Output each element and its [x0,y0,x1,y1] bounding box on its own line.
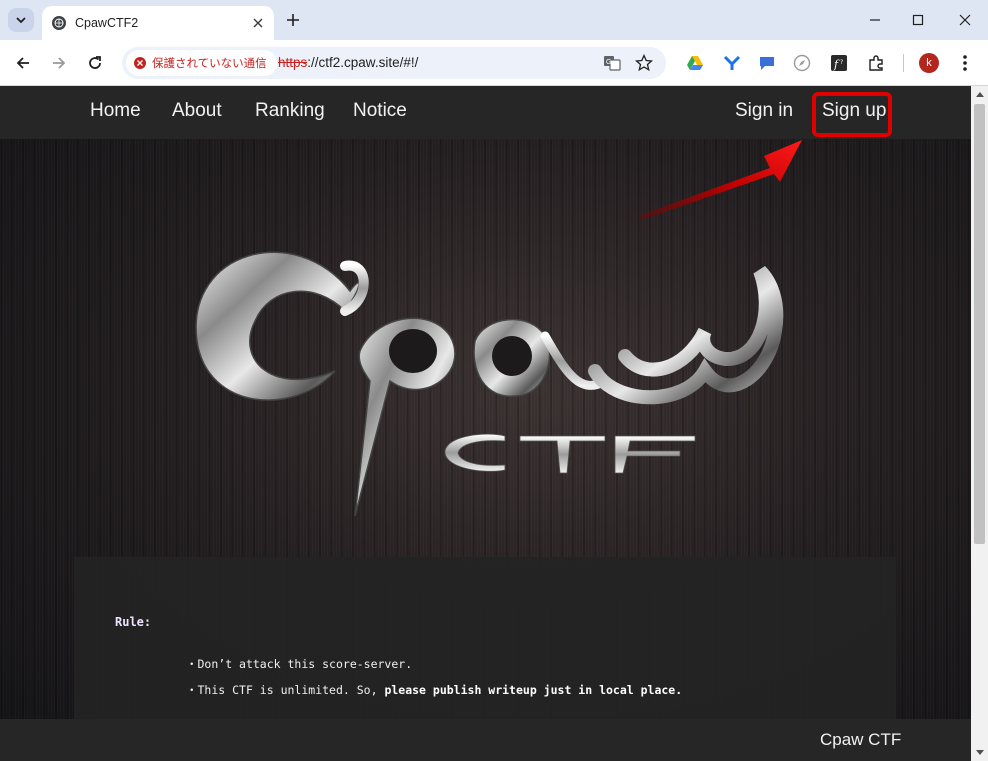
back-button[interactable] [9,49,37,77]
url-path: ://ctf2.cpaw.site/#!/ [307,55,419,70]
ctf-wordmark [444,433,696,474]
reload-button[interactable] [81,49,109,77]
site-footer: Cpaw CTF [0,719,971,761]
nav-home-link[interactable]: Home [90,100,141,122]
footer-brand: Cpaw CTF [820,730,902,749]
rule-item-2-emphasis: please publish writeup just in local pla… [384,683,683,697]
tab-cpawctf2[interactable]: CpawCTF2 [42,6,274,40]
annotation-arrow [638,140,802,220]
reload-icon [89,56,101,69]
extensions-puzzle-icon[interactable] [866,53,886,73]
compass-extension-icon[interactable] [792,53,812,73]
menu-kebab-icon[interactable] [955,53,975,73]
close-tab-icon[interactable] [248,13,268,33]
chat-extension-icon[interactable] [757,53,777,73]
browser-toolbar: 保護されていない通信 https://ctf2.cpaw.site/#!/ G … [0,40,988,86]
tab-strip: CpawCTF2 [0,0,988,40]
sign-up-highlight-box [812,92,892,137]
profile-avatar[interactable]: k [919,53,939,73]
cpaw-ctf-logo [195,251,784,517]
svg-text:?: ? [840,59,843,66]
url-text[interactable]: https://ctf2.cpaw.site/#!/ [278,55,418,70]
toolbar-separator [903,54,904,72]
y-extension-icon[interactable] [722,53,742,73]
tab-search-button[interactable] [8,8,34,32]
page-viewport: Home About Ranking Notice Sign in Sign u… [0,86,971,761]
chevron-down-icon [16,17,26,24]
globe-icon [52,16,66,30]
drive-extension-icon[interactable] [685,53,705,73]
svg-text:G: G [606,59,611,66]
nav-notice-link[interactable]: Notice [353,100,407,122]
tab-title: CpawCTF2 [75,16,139,30]
minimize-button[interactable] [860,6,890,34]
scroll-up-arrow-icon[interactable] [971,86,988,102]
page-scrollbar[interactable] [971,86,988,761]
forward-button[interactable] [45,49,73,77]
maximize-button[interactable] [903,6,933,34]
scroll-down-arrow-icon[interactable] [971,745,988,761]
maximize-icon [912,14,924,26]
nav-ranking-link[interactable]: Ranking [255,100,325,122]
rules-title: Rule: [115,615,152,629]
new-tab-button[interactable] [280,8,306,32]
security-chip-label: 保護されていない通信 [152,56,267,70]
arrow-left-icon [16,57,29,69]
nav-sign-in-link[interactable]: Sign in [735,100,793,122]
warning-icon [134,57,146,69]
nav-about-link[interactable]: About [172,100,222,122]
bookmark-star-icon[interactable] [634,53,654,73]
rule-item-1: ・Don’t attack this score-server. [186,657,413,671]
arrow-right-icon [53,57,66,69]
address-bar[interactable]: 保護されていない通信 https://ctf2.cpaw.site/#!/ G [122,47,666,79]
rules-panel: Rule: ・Don’t attack this score-server. ・… [74,557,896,727]
function-extension-icon[interactable]: f? [829,53,849,73]
security-chip[interactable]: 保護されていない通信 [126,50,277,76]
close-window-button[interactable] [950,6,980,34]
rule-item-2: ・This CTF is unlimited. So, please publi… [186,682,682,698]
rule-item-2-text: ・This CTF is unlimited. So, [186,683,385,697]
minimize-icon [870,19,880,21]
url-scheme: https [278,55,308,70]
scroll-thumb[interactable] [974,104,985,544]
plus-icon [287,14,299,26]
translate-icon[interactable]: G [602,53,622,73]
site-navbar: Home About Ranking Notice Sign in Sign u… [0,86,971,139]
close-icon [959,14,971,26]
